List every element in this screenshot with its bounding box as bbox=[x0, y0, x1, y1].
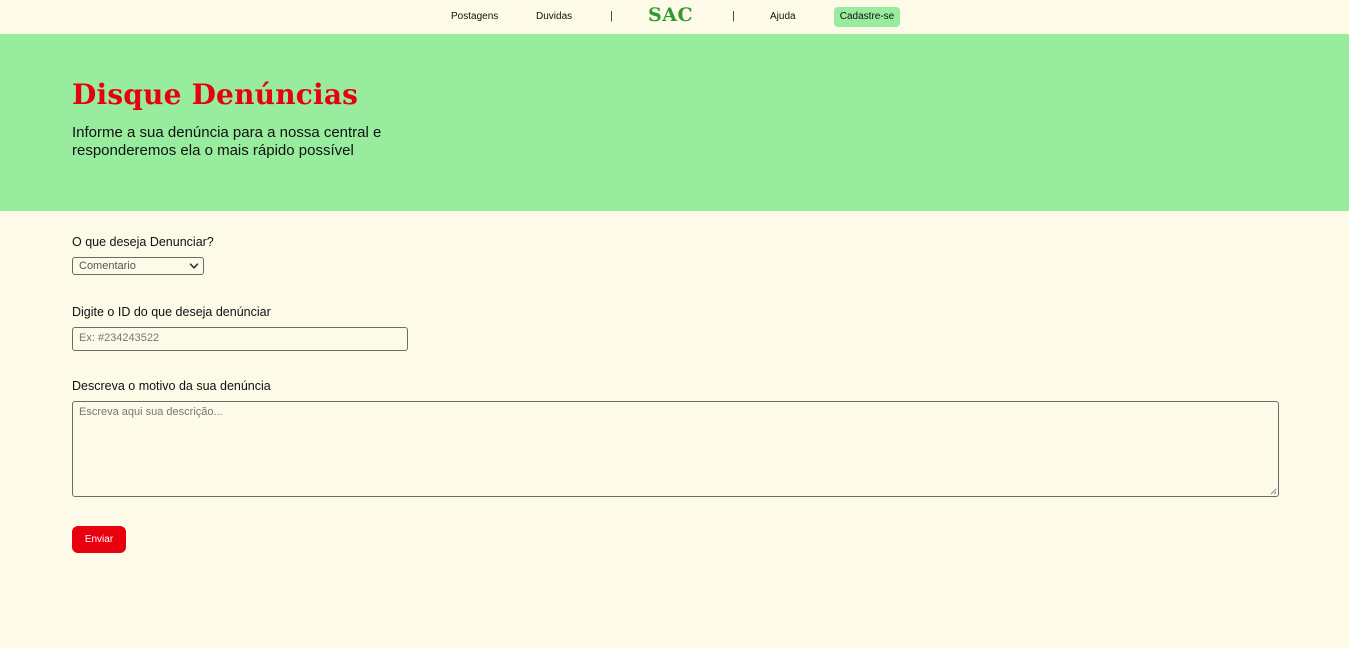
sac-logo[interactable]: SAC bbox=[648, 4, 693, 26]
page-title: Disque Denúncias bbox=[72, 78, 359, 111]
submit-button[interactable]: Enviar bbox=[72, 526, 126, 553]
signup-button[interactable]: Cadastre-se bbox=[834, 7, 900, 27]
report-reason-textarea[interactable]: Escreva aqui sua descrição... bbox=[72, 401, 1279, 497]
page-subtitle: Informe a sua denúncia para a nossa cent… bbox=[72, 124, 382, 159]
report-type-label: O que deseja Denunciar? bbox=[72, 235, 214, 249]
hero-banner: Disque Denúncias Informe a sua denúncia … bbox=[0, 34, 1349, 211]
nav-link-duvidas[interactable]: Duvidas bbox=[536, 11, 572, 22]
nav-link-postagens[interactable]: Postagens bbox=[451, 11, 498, 22]
report-id-input[interactable]: Ex: #234243522 bbox=[72, 327, 408, 351]
report-id-placeholder: Ex: #234243522 bbox=[79, 332, 160, 344]
report-type-selected-value: Comentario bbox=[79, 260, 136, 272]
report-reason-placeholder: Escreva aqui sua descrição... bbox=[79, 406, 223, 418]
nav-separator: | bbox=[732, 10, 735, 22]
nav-separator: | bbox=[610, 10, 613, 22]
chevron-down-icon bbox=[189, 263, 199, 269]
report-type-select[interactable]: Comentario bbox=[72, 257, 204, 275]
nav-link-ajuda[interactable]: Ajuda bbox=[770, 11, 796, 22]
report-reason-label: Descreva o motivo da sua denúncia bbox=[72, 379, 271, 393]
top-navigation: Postagens Duvidas | SAC | Ajuda Cadastre… bbox=[0, 0, 1349, 34]
report-id-label: Digite o ID do que deseja denúnciar bbox=[72, 305, 271, 319]
resize-handle-icon[interactable] bbox=[1269, 487, 1277, 495]
